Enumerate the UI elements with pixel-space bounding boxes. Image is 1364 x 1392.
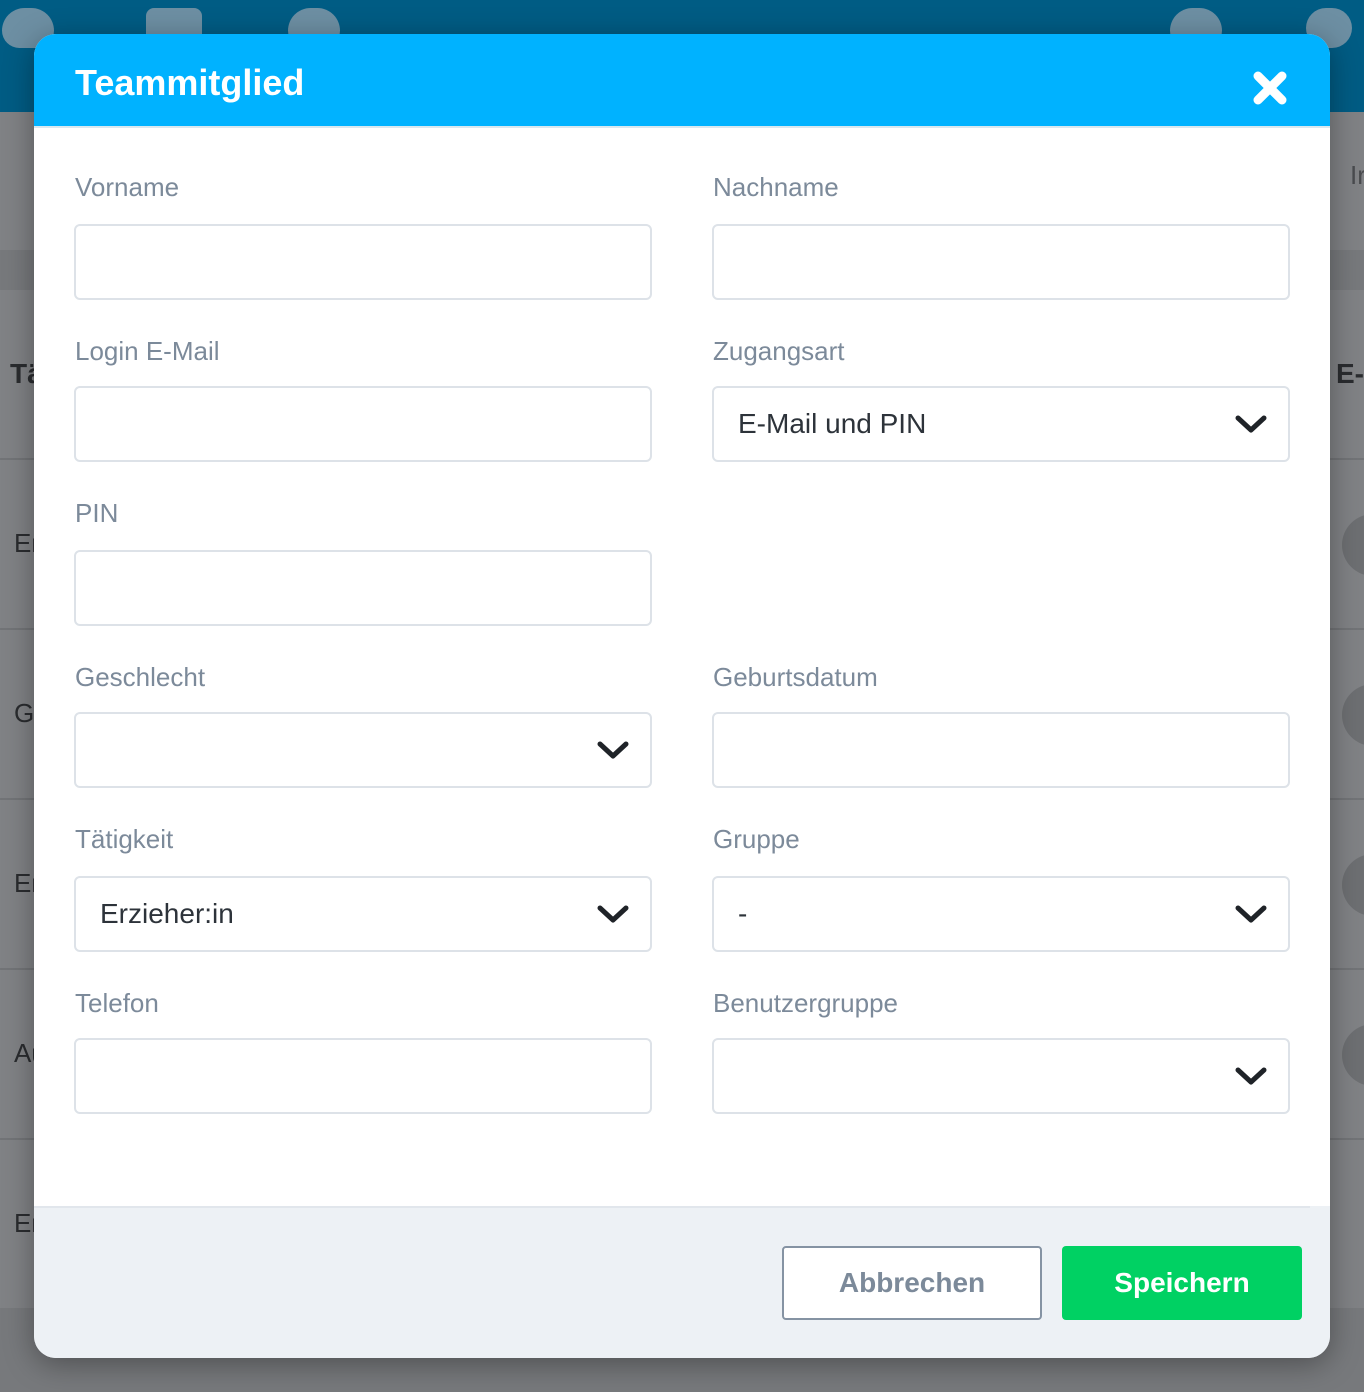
telefon-input[interactable]: [74, 1038, 652, 1114]
gruppe-value: -: [738, 898, 748, 929]
taetigkeit-label: Tätigkeit: [75, 824, 174, 854]
pin-label: PIN: [75, 498, 119, 528]
header-divider: [34, 126, 1330, 128]
chevron-down-icon: [1235, 1067, 1267, 1085]
geburtsdatum-label: Geburtsdatum: [713, 662, 878, 692]
taetigkeit-select[interactable]: Erzieher:in: [74, 876, 652, 952]
chevron-down-icon: [1235, 905, 1267, 923]
gruppe-label: Gruppe: [713, 824, 800, 854]
vorname-label: Vorname: [75, 172, 180, 202]
save-button[interactable]: Speichern: [1062, 1246, 1302, 1320]
taetigkeit-value: Erzieher:in: [100, 898, 234, 929]
chevron-down-icon: [1235, 415, 1267, 433]
zugangsart-label: Zugangsart: [713, 336, 845, 366]
chevron-down-icon: [597, 905, 629, 923]
zugangsart-value: E-Mail und PIN: [738, 408, 927, 439]
chevron-down-icon: [597, 741, 629, 759]
benutzergruppe-select[interactable]: [712, 1038, 1290, 1114]
telefon-label: Telefon: [75, 988, 159, 1018]
benutzergruppe-label: Benutzergruppe: [713, 988, 899, 1018]
app-row-text: G: [14, 698, 35, 728]
pin-input[interactable]: [74, 550, 652, 626]
nachname-label: Nachname: [713, 172, 839, 202]
cancel-button[interactable]: Abbrechen: [782, 1246, 1042, 1320]
close-button[interactable]: [1250, 68, 1290, 108]
login-email-label: Login E-Mail: [75, 336, 220, 366]
nachname-input[interactable]: [712, 224, 1290, 300]
login-email-input[interactable]: [74, 386, 652, 462]
gruppe-select[interactable]: -: [712, 876, 1290, 952]
footer-divider: [34, 1206, 1310, 1208]
app-column-header: E-: [1336, 358, 1364, 389]
geburtsdatum-input[interactable]: [712, 712, 1290, 788]
geschlecht-select[interactable]: [74, 712, 652, 788]
modal-title: Teammitglied: [75, 62, 305, 103]
app-toolbar-text: Ir: [1350, 160, 1364, 190]
modal-header: Teammitglied: [34, 34, 1330, 126]
vorname-input[interactable]: [74, 224, 652, 300]
teammitglied-modal: Teammitglied Vorname Nachname Login E-Ma…: [34, 34, 1330, 1358]
zugangsart-select[interactable]: E-Mail und PIN: [712, 386, 1290, 462]
close-icon: [1253, 71, 1287, 105]
geschlecht-label: Geschlecht: [75, 662, 206, 692]
